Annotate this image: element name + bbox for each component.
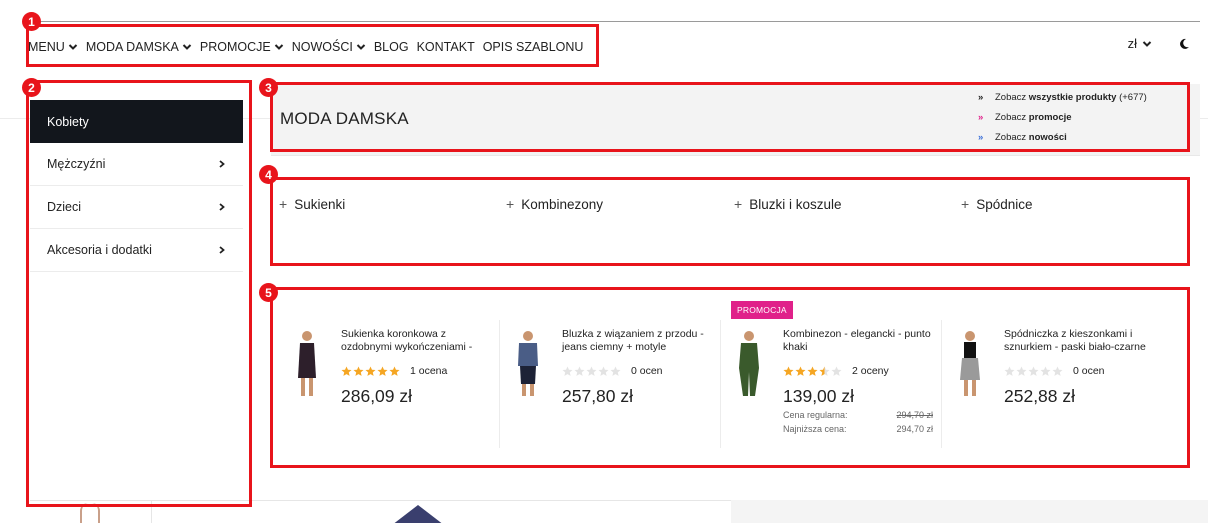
annotation-number-2: 2 <box>22 78 41 97</box>
currency-label: zł <box>1127 36 1137 51</box>
header-tools: zł <box>1128 36 1190 51</box>
chevron-down-icon <box>1142 40 1152 47</box>
background-panel <box>731 500 1208 523</box>
annotation-box-2 <box>26 80 252 507</box>
annotation-box-3 <box>270 82 1190 152</box>
currency-selector[interactable]: zł <box>1128 36 1152 51</box>
moon-icon[interactable] <box>1178 38 1190 50</box>
annotation-box-4 <box>270 177 1190 266</box>
annotation-number-3: 3 <box>259 78 278 97</box>
top-divider <box>28 21 1200 22</box>
annotation-box-1 <box>26 24 599 67</box>
background-product-image <box>392 505 444 523</box>
annotation-number-1: 1 <box>22 12 41 31</box>
annotation-number-5: 5 <box>259 283 278 302</box>
annotation-number-4: 4 <box>259 165 278 184</box>
annotation-box-5 <box>270 287 1190 468</box>
